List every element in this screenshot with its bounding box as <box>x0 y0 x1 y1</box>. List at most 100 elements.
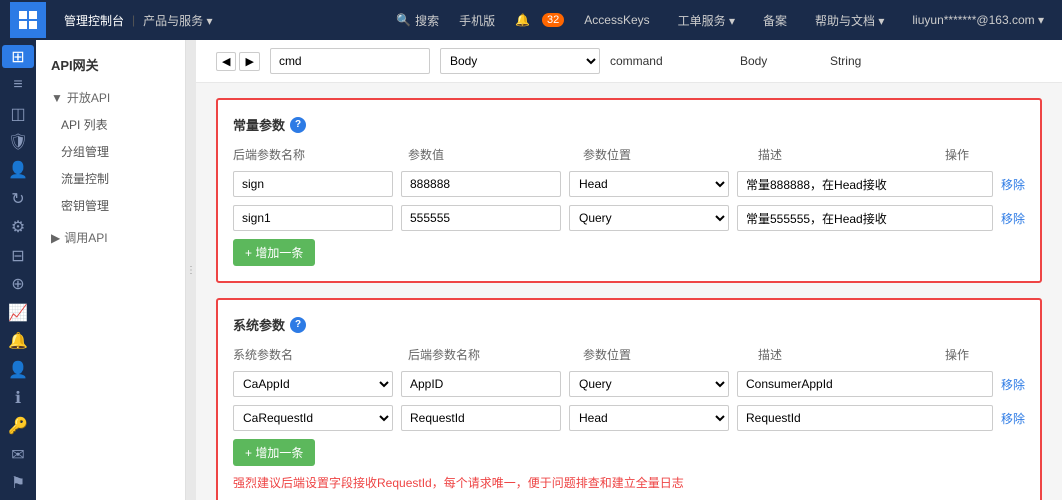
sidebar: API网关 ▼ 开放API API 列表 分组管理 流量控制 密钥管理 ▶ 调用… <box>36 40 186 500</box>
header-param-position: 参数位置 <box>583 146 758 163</box>
nav-user[interactable]: liuyun*******@163.com ▾ <box>912 13 1044 27</box>
header-param-value: 参数值 <box>408 146 583 163</box>
sys-param-sys-name-1[interactable]: CaAppId CaRequestId CaClientIp CaStage <box>233 405 393 431</box>
nav-mobile[interactable]: 手机版 <box>459 12 495 29</box>
sys-param-remove-0[interactable]: 移除 <box>1001 376 1025 393</box>
const-add-button[interactable]: + 增加一条 <box>233 239 315 266</box>
sidebar-item-group-mgmt[interactable]: 分组管理 <box>36 138 185 165</box>
sidebar-item-key-mgmt[interactable]: 密钥管理 <box>36 192 185 219</box>
icon-bar-grid2[interactable]: ⊟ <box>2 244 34 267</box>
const-param-position-1[interactable]: Head Query Body Path <box>569 205 729 231</box>
constant-param-row-0: Head Query Body Path 移除 <box>233 171 1025 197</box>
constant-params-header: 后端参数名称 参数值 参数位置 描述 操作 <box>233 146 1025 163</box>
row-number-controls: ◀ ▶ <box>216 52 260 71</box>
content-area: ◀ ▶ Body command Body String 常量参数 ? <box>196 40 1062 500</box>
main-layout: ⊞ ≡ ◫ 🛡 👤 ↻ ⚙ ⊟ ⊕ 📈 🔔 👤 ℹ 🔑 ✉ ⚑ API网关 ▼ … <box>0 40 1062 500</box>
sidebar-group-call-api: ▶ 调用API <box>36 224 185 251</box>
icon-bar-shield[interactable]: 🛡 <box>2 130 34 153</box>
sys-header-action: 操作 <box>945 346 1025 363</box>
sys-param-backend-name-1[interactable] <box>401 405 561 431</box>
icon-bar-chart[interactable]: 📈 <box>2 301 34 324</box>
sys-header-description: 描述 <box>758 346 945 363</box>
sys-param-desc-1[interactable] <box>737 405 993 431</box>
nav-workorders[interactable]: 工单服务 ▾ <box>678 12 735 29</box>
search-button[interactable]: 🔍 搜索 <box>396 12 439 29</box>
constant-params-help-icon[interactable]: ? <box>290 117 306 133</box>
icon-bar-grid[interactable]: ⊞ <box>2 45 34 68</box>
sys-param-position-1[interactable]: Head Query Body Path <box>569 405 729 431</box>
sys-header-position: 参数位置 <box>583 346 758 363</box>
header-param-action: 操作 <box>945 146 1025 163</box>
icon-bar-layers[interactable]: ◫ <box>2 102 34 125</box>
app-container: 管理控制台 | 产品与服务 ▾ 🔍 搜索 手机版 🔔 32 AccessKeys… <box>0 0 1062 500</box>
const-param-remove-1[interactable]: 移除 <box>1001 210 1025 227</box>
sidebar-item-flow-control[interactable]: 流量控制 <box>36 165 185 192</box>
open-api-arrow-icon: ▼ <box>51 91 63 105</box>
row-prev-btn[interactable]: ◀ <box>216 52 236 71</box>
header-param-name: 后端参数名称 <box>233 146 408 163</box>
form-area: 常量参数 ? 后端参数名称 参数值 参数位置 描述 操作 <box>196 83 1062 500</box>
existing-command-label: command <box>610 54 730 68</box>
existing-body-select[interactable]: Body <box>440 48 600 74</box>
sidebar-group-call-api-title[interactable]: ▶ 调用API <box>36 224 185 251</box>
icon-bar-person[interactable]: 👤 <box>2 159 34 182</box>
const-param-remove-0[interactable]: 移除 <box>1001 176 1025 193</box>
sys-param-backend-name-0[interactable] <box>401 371 561 397</box>
nav-help[interactable]: 帮助与文档 ▾ <box>815 12 884 29</box>
sidebar-title: API网关 <box>36 50 185 79</box>
sys-add-button[interactable]: + 增加一条 <box>233 439 315 466</box>
existing-body-label2: Body <box>740 54 820 68</box>
constant-params-section: 常量参数 ? 后端参数名称 参数值 参数位置 描述 操作 <box>216 98 1042 283</box>
icon-bar-sync[interactable]: ↻ <box>2 187 34 210</box>
header-param-description: 描述 <box>758 146 945 163</box>
icon-bar-settings[interactable]: ⚙ <box>2 216 34 239</box>
sidebar-divider[interactable]: ⋮ <box>186 40 196 500</box>
row-next-btn[interactable]: ▶ <box>239 52 259 71</box>
constant-params-title: 常量参数 ? <box>233 115 1025 134</box>
sys-header-backend-name: 后端参数名称 <box>408 346 583 363</box>
system-params-header: 系统参数名 后端参数名称 参数位置 描述 操作 <box>233 346 1025 363</box>
system-params-section: 系统参数 ? 系统参数名 后端参数名称 参数位置 描述 操作 CaAppId <box>216 298 1042 500</box>
top-nav: 管理控制台 | 产品与服务 ▾ 🔍 搜索 手机版 🔔 32 AccessKeys… <box>0 0 1062 40</box>
const-param-value-1[interactable] <box>401 205 561 231</box>
icon-bar-user[interactable]: 👤 <box>2 358 34 381</box>
icon-bar-info[interactable]: ℹ <box>2 386 34 409</box>
icon-bar-lock[interactable]: 🔑 <box>2 415 34 438</box>
const-param-name-1[interactable] <box>233 205 393 231</box>
sys-param-sys-name-0[interactable]: CaAppId CaRequestId CaClientIp CaStage <box>233 371 393 397</box>
nav-management-console[interactable]: 管理控制台 <box>64 12 124 29</box>
icon-bar-menu[interactable]: ≡ <box>2 73 34 96</box>
const-param-value-0[interactable] <box>401 171 561 197</box>
const-param-desc-1[interactable] <box>737 205 993 231</box>
sys-param-remove-1[interactable]: 移除 <box>1001 410 1025 427</box>
sys-param-row-0: CaAppId CaRequestId CaClientIp CaStage H… <box>233 371 1025 397</box>
const-param-position-0[interactable]: Head Query Body Path <box>569 171 729 197</box>
search-icon: 🔍 <box>396 13 411 27</box>
icon-bar-network[interactable]: ⊕ <box>2 273 34 296</box>
sys-param-row-1: CaAppId CaRequestId CaClientIp CaStage H… <box>233 405 1025 431</box>
logo[interactable] <box>10 2 46 38</box>
warning-text: 强烈建议后端设置字段接收RequestId，每个请求唯一，便于问题排查和建立全量… <box>233 474 1025 492</box>
call-api-arrow-icon: ▶ <box>51 231 60 245</box>
sys-param-position-0[interactable]: Head Query Body Path <box>569 371 729 397</box>
existing-string-label: String <box>830 54 1042 68</box>
icon-bar-flag[interactable]: ⚑ <box>2 472 34 495</box>
nav-right: 🔍 搜索 手机版 🔔 32 AccessKeys 工单服务 ▾ 备案 帮助与文档… <box>396 12 1052 29</box>
bell-nav-icon[interactable]: 🔔 <box>515 13 530 27</box>
icon-bar: ⊞ ≡ ◫ 🛡 👤 ↻ ⚙ ⊟ ⊕ 📈 🔔 👤 ℹ 🔑 ✉ ⚑ <box>0 40 36 500</box>
nav-accesskeys[interactable]: AccessKeys <box>584 13 649 27</box>
sidebar-group-open-api-title[interactable]: ▼ 开放API <box>36 84 185 111</box>
system-params-help-icon[interactable]: ? <box>290 317 306 333</box>
sys-header-param-name: 系统参数名 <box>233 346 408 363</box>
nav-products[interactable]: 产品与服务 ▾ <box>143 12 212 29</box>
sidebar-group-open-api: ▼ 开放API API 列表 分组管理 流量控制 密钥管理 <box>36 84 185 219</box>
const-param-desc-0[interactable] <box>737 171 993 197</box>
constant-param-row-1: Head Query Body Path 移除 <box>233 205 1025 231</box>
icon-bar-bell[interactable]: 🔔 <box>2 329 34 352</box>
nav-backup[interactable]: 备案 <box>763 12 787 29</box>
existing-param-name-input[interactable] <box>270 48 430 74</box>
const-param-name-0[interactable] <box>233 171 393 197</box>
icon-bar-mail[interactable]: ✉ <box>2 443 34 466</box>
sys-param-desc-0[interactable] <box>737 371 993 397</box>
sidebar-item-api-list[interactable]: API 列表 <box>36 111 185 138</box>
